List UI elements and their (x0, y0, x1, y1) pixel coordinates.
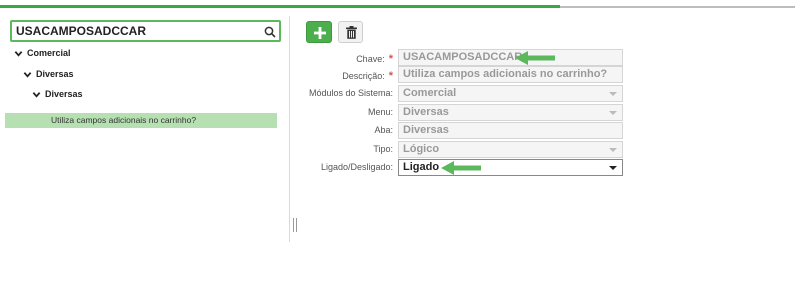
top-progress-bar (0, 0, 795, 8)
search-icon[interactable] (264, 25, 276, 38)
top-bar-gray-segment (560, 6, 795, 8)
caret-down-icon (609, 111, 617, 115)
search-box[interactable] (10, 20, 281, 42)
caret-down-icon (609, 92, 617, 96)
descricao-label: Descrição: * (342, 70, 393, 82)
chevron-down-icon[interactable] (23, 70, 32, 79)
modulos-select[interactable]: Comercial (398, 85, 623, 102)
add-button[interactable] (306, 21, 332, 43)
chevron-down-icon[interactable] (32, 90, 41, 99)
arrow-left-icon (515, 51, 555, 65)
trash-icon (346, 26, 357, 39)
tree-node-label: Comercial (27, 48, 71, 58)
tipo-label: Tipo: (373, 144, 393, 154)
plus-icon (314, 27, 326, 39)
ligado-value: Ligado (403, 161, 440, 173)
resize-handle[interactable] (293, 218, 297, 232)
tree-node-comercial[interactable]: Comercial (14, 48, 71, 58)
tree-node-label: Diversas (36, 69, 74, 79)
tipo-select[interactable]: Lógico (398, 141, 623, 158)
caret-down-icon (609, 148, 617, 152)
aba-value: Diversas (403, 124, 449, 136)
menu-value: Diversas (403, 106, 449, 118)
tree-panel: Comercial Diversas Diversas Utiliza camp… (0, 8, 283, 248)
chave-value: USACAMPOSADCCAR (403, 51, 523, 63)
modulos-value: Comercial (403, 87, 457, 99)
tree-node-diversas[interactable]: Diversas (23, 69, 74, 79)
search-input[interactable] (16, 22, 256, 40)
ligado-label: Ligado/Desligado: (320, 162, 393, 172)
tree-node-label: Diversas (45, 89, 83, 99)
ligado-select[interactable]: Ligado (398, 159, 623, 176)
menu-select[interactable]: Diversas (398, 104, 623, 121)
aba-field[interactable]: Diversas (398, 122, 623, 139)
modulos-label: Módulos do Sistema: (308, 88, 393, 98)
panel-divider (289, 16, 290, 242)
delete-button[interactable] (338, 21, 363, 43)
tree-node-diversas-sub[interactable]: Diversas (32, 89, 83, 99)
chave-field[interactable]: USACAMPOSADCCAR (398, 49, 623, 66)
chave-label: Chave: * (356, 53, 393, 65)
menu-label: Menu: (367, 107, 393, 117)
descricao-field[interactable]: Utiliza campos adicionais no carrinho? (398, 66, 623, 83)
arrow-left-icon (441, 161, 481, 175)
aba-label: Aba: (374, 125, 393, 135)
caret-down-icon (609, 166, 617, 170)
chevron-down-icon[interactable] (14, 49, 23, 58)
tipo-value: Lógico (403, 143, 440, 155)
tree-leaf-selected[interactable]: Utiliza campos adicionais no carrinho? (5, 113, 277, 128)
descricao-value: Utiliza campos adicionais no carrinho? (403, 68, 608, 80)
